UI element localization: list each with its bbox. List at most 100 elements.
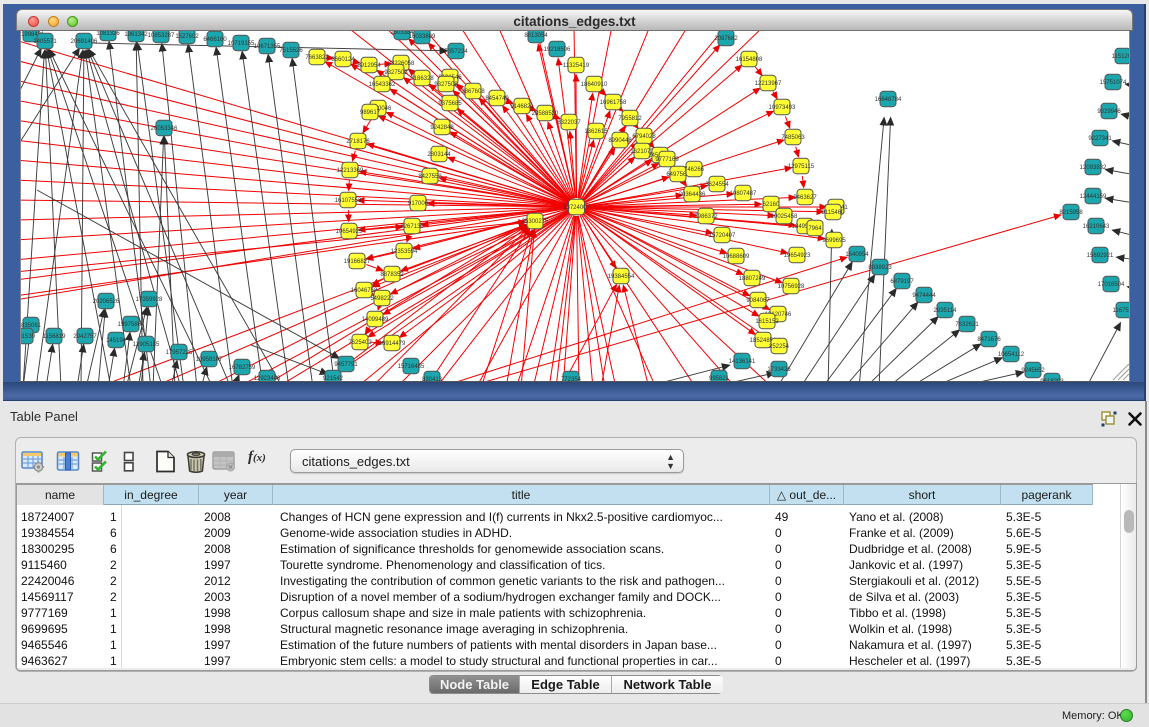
- svg-text:62160: 62160: [763, 202, 780, 208]
- svg-text:1156819: 1156819: [43, 334, 67, 340]
- svg-text:8660124: 8660124: [331, 57, 355, 63]
- svg-text:8878352: 8878352: [380, 272, 404, 278]
- svg-text:15692921: 15692921: [1087, 253, 1114, 259]
- svg-text:1081326: 1081326: [96, 31, 120, 37]
- svg-text:1151203: 1151203: [1112, 54, 1130, 60]
- svg-text:8267130: 8267130: [400, 224, 424, 230]
- svg-text:9618293: 9618293: [1040, 379, 1064, 382]
- svg-text:26053346: 26053346: [151, 126, 178, 132]
- svg-text:15751074: 15751074: [1100, 80, 1127, 86]
- svg-text:10025458: 10025458: [771, 214, 798, 220]
- svg-text:15720407: 15720407: [709, 233, 736, 239]
- svg-text:9146821: 9146821: [510, 104, 534, 110]
- svg-text:989617: 989617: [360, 110, 381, 116]
- svg-text:16961758: 16961758: [600, 100, 627, 106]
- svg-text:8427552: 8427552: [418, 174, 442, 180]
- svg-text:10756928: 10756928: [778, 284, 805, 290]
- svg-text:9777169: 9777169: [655, 157, 679, 163]
- svg-text:19654923: 19654923: [784, 253, 811, 259]
- svg-text:9327508: 9327508: [434, 82, 458, 88]
- svg-text:23588520: 23588520: [532, 111, 559, 117]
- svg-text:7663822: 7663822: [305, 55, 329, 61]
- svg-text:1640954: 1640954: [845, 252, 869, 258]
- svg-text:9699695: 9699695: [822, 238, 846, 244]
- svg-text:1167535: 1167535: [1113, 308, 1130, 314]
- svg-text:18724007: 18724007: [563, 205, 590, 211]
- svg-text:7625402: 7625402: [348, 340, 372, 346]
- svg-text:1405571: 1405571: [33, 39, 57, 45]
- svg-text:5498222: 5498222: [370, 296, 394, 302]
- svg-text:17957225: 17957225: [166, 350, 193, 356]
- svg-text:391539: 391539: [21, 334, 36, 340]
- svg-text:746266: 746266: [684, 167, 705, 173]
- svg-text:1961342: 1961342: [124, 32, 148, 38]
- svg-text:12923448: 12923448: [254, 376, 281, 382]
- svg-text:16107553: 16107553: [335, 198, 362, 204]
- svg-text:9242848: 9242848: [430, 125, 454, 131]
- svg-text:6466160: 6466160: [203, 37, 227, 43]
- svg-text:9463627: 9463627: [793, 195, 817, 201]
- svg-text:7955812: 7955812: [618, 116, 642, 122]
- svg-text:1615152: 1615152: [755, 319, 779, 325]
- svg-text:3624554: 3624554: [705, 182, 729, 188]
- svg-text:6794028: 6794028: [632, 134, 656, 140]
- svg-text:7964: 7964: [808, 226, 822, 232]
- svg-text:830413: 830413: [422, 377, 443, 382]
- svg-text:145194: 145194: [106, 338, 127, 344]
- svg-text:1362615: 1362615: [584, 129, 608, 135]
- svg-text:8813054: 8813054: [524, 33, 548, 39]
- svg-text:9084067: 9084067: [746, 298, 770, 304]
- svg-text:995821: 995821: [709, 376, 730, 382]
- svg-text:16543362: 16543362: [369, 82, 396, 88]
- svg-text:8471676: 8471676: [977, 337, 1001, 343]
- svg-text:7485063: 7485063: [781, 135, 805, 141]
- svg-text:8938923: 8938923: [868, 265, 892, 271]
- svg-text:10688609: 10688609: [723, 254, 750, 260]
- svg-text:18640910: 18640910: [581, 82, 608, 88]
- svg-text:8215958: 8215958: [1059, 210, 1083, 216]
- svg-text:12093832: 12093832: [1080, 165, 1107, 171]
- svg-text:2867608: 2867608: [461, 89, 485, 95]
- svg-text:12353594: 12353594: [391, 249, 418, 255]
- svg-text:16210643: 16210643: [1083, 224, 1110, 230]
- svg-text:10807487: 10807487: [730, 191, 757, 197]
- svg-text:8322037: 8322037: [557, 120, 581, 126]
- svg-text:11325419: 11325419: [563, 63, 590, 69]
- svg-text:9245652: 9245652: [1021, 368, 1045, 374]
- svg-text:17359928: 17359928: [136, 297, 163, 303]
- svg-text:1733426: 1733426: [767, 367, 791, 373]
- svg-text:17016504: 17016504: [1098, 282, 1125, 288]
- svg-text:8912954: 8912954: [357, 63, 381, 69]
- svg-text:252254: 252254: [769, 344, 790, 350]
- svg-text:10654112: 10654112: [998, 352, 1025, 358]
- svg-text:10654925: 10654925: [336, 229, 363, 235]
- svg-text:2718176: 2718176: [346, 139, 370, 145]
- svg-text:2087682: 2087682: [714, 36, 738, 42]
- svg-text:9329946: 9329946: [1097, 109, 1121, 115]
- svg-text:10853287: 10853287: [148, 33, 175, 39]
- svg-text:16782759: 16782759: [229, 365, 256, 371]
- svg-text:19166827: 19166827: [344, 259, 371, 265]
- svg-text:12213967: 12213967: [755, 81, 782, 87]
- svg-text:16033809: 16033809: [409, 34, 436, 40]
- svg-text:2803144: 2803144: [427, 152, 451, 158]
- svg-text:8186328: 8186328: [410, 76, 434, 82]
- svg-text:6879197: 6879197: [890, 279, 914, 285]
- svg-text:19384554: 19384554: [608, 274, 635, 280]
- svg-text:14099489: 14099489: [362, 317, 389, 323]
- svg-text:772354: 772354: [561, 377, 582, 382]
- svg-text:12975115: 12975115: [788, 164, 815, 170]
- svg-text:917006: 917006: [408, 201, 429, 207]
- svg-text:10719155: 10719155: [228, 41, 255, 47]
- svg-text:20206526: 20206526: [93, 299, 120, 305]
- svg-text:9327503: 9327503: [384, 70, 408, 76]
- svg-text:7515526: 7515526: [279, 48, 303, 54]
- svg-text:9115460: 9115460: [822, 210, 846, 216]
- svg-text:7357224: 7357224: [444, 49, 468, 55]
- svg-text:16648784: 16648784: [875, 97, 902, 103]
- svg-text:18807249: 18807249: [739, 276, 766, 282]
- svg-text:19218506: 19218506: [544, 47, 571, 53]
- svg-text:15716485: 15716485: [398, 364, 425, 370]
- svg-text:10973493: 10973493: [769, 105, 796, 111]
- svg-text:1527602: 1527602: [175, 34, 199, 40]
